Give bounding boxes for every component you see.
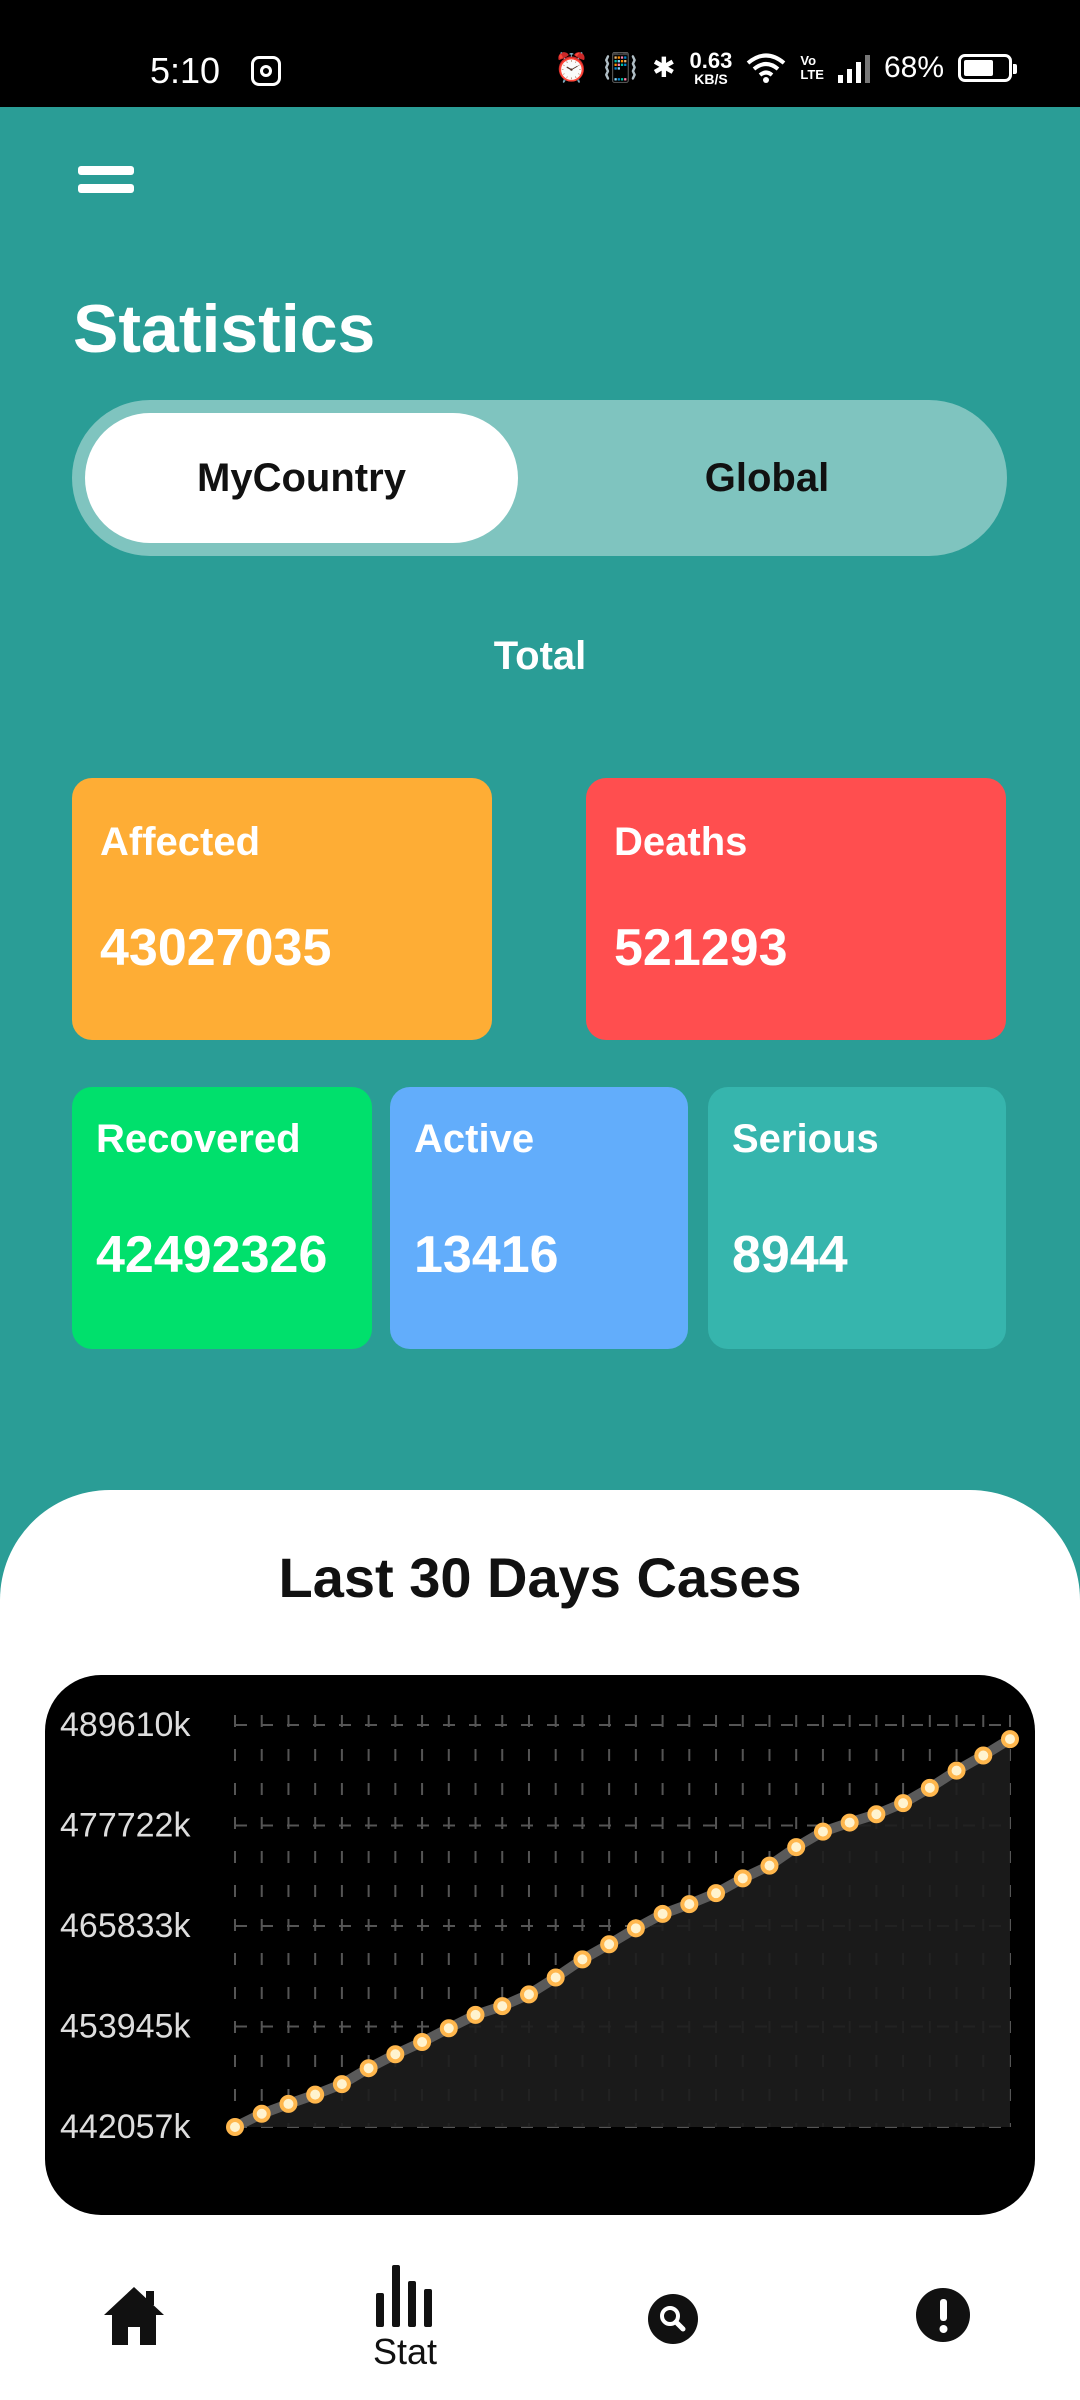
network-speed-unit: KB/S <box>694 71 728 87</box>
battery-fill <box>964 60 993 76</box>
active-label: Active <box>414 1117 535 1161</box>
data-point <box>573 1950 592 1969</box>
network-speed-value: 0.63 <box>689 48 733 73</box>
nav-info[interactable] <box>913 2287 973 2343</box>
y-tick-label: 477722k <box>60 1807 191 1845</box>
data-point <box>707 1884 726 1903</box>
data-point <box>760 1856 779 1875</box>
y-tick-label: 489610k <box>60 1706 191 1744</box>
deaths-card: Deaths 521293 <box>586 778 1006 1040</box>
toggle-global[interactable]: Global <box>542 413 992 543</box>
data-point <box>600 1935 619 1954</box>
recovered-label: Recovered <box>96 1117 301 1161</box>
recovered-card: Recovered 42492326 <box>72 1087 372 1349</box>
toggle-mycountry[interactable]: MyCountry <box>85 413 518 543</box>
status-time: 5:10 <box>150 50 221 91</box>
nav-search[interactable] <box>645 2293 701 2345</box>
data-point <box>493 1997 512 2016</box>
data-point <box>252 2104 271 2123</box>
recovered-value: 42492326 <box>96 1226 328 1284</box>
data-point <box>386 2045 405 2064</box>
serious-value: 8944 <box>732 1226 848 1284</box>
status-bar: 5:10 ⏰ 📳 ✱ 0.63 KB/S Vo LTE 68% <box>0 0 1080 107</box>
region-toggle: MyCountry Global <box>72 400 1007 556</box>
affected-value: 43027035 <box>100 919 332 977</box>
bar-chart-icon <box>376 2265 432 2327</box>
nav-stat[interactable]: Stat <box>360 2265 450 2373</box>
data-point <box>653 1904 672 1923</box>
data-point <box>840 1813 859 1832</box>
line-chart-svg: 489610k 477722k 465833k 453945k 442057k <box>60 1706 1019 2146</box>
data-point <box>813 1822 832 1841</box>
y-tick-label: 453945k <box>60 2008 191 2046</box>
data-point <box>733 1869 752 1888</box>
serious-label: Serious <box>732 1117 879 1161</box>
data-point <box>894 1794 913 1813</box>
volte-indicator: Vo LTE <box>800 54 824 81</box>
data-point <box>226 2118 244 2136</box>
wifi-icon <box>747 53 786 83</box>
serious-card: Serious 8944 <box>708 1087 1006 1349</box>
instagram-icon <box>251 56 281 86</box>
battery-icon <box>958 54 1017 82</box>
data-point <box>359 2059 378 2078</box>
section-label-total: Total <box>493 634 587 678</box>
data-point <box>626 1919 645 1938</box>
data-point <box>1001 1730 1019 1749</box>
volte-bottom: LTE <box>800 67 824 82</box>
bottom-nav: Stat <box>0 2235 1080 2400</box>
data-point <box>546 1968 565 1987</box>
chart-section-title: Last 30 Days Cases <box>278 1546 802 1609</box>
data-point <box>279 2094 298 2113</box>
alarm-icon: ⏰ <box>554 52 590 83</box>
nav-stat-label: Stat <box>372 2331 438 2372</box>
data-point <box>787 1838 806 1857</box>
data-point <box>306 2085 325 2104</box>
home-icon <box>104 2287 164 2345</box>
data-point <box>947 1761 966 1780</box>
hamburger-menu-icon[interactable] <box>78 166 134 202</box>
page-title: Statistics <box>73 291 376 367</box>
deaths-label: Deaths <box>614 820 748 864</box>
data-point <box>920 1778 939 1797</box>
network-speed: 0.63 KB/S <box>689 48 733 87</box>
menu-line <box>78 166 134 175</box>
y-tick-label: 442057k <box>60 2108 191 2146</box>
data-point <box>439 2019 458 2038</box>
active-value: 13416 <box>414 1226 559 1284</box>
menu-line <box>78 184 134 193</box>
affected-card: Affected 43027035 <box>72 778 492 1040</box>
search-icon <box>648 2294 698 2344</box>
line-chart: 489610k 477722k 465833k 453945k 442057k <box>45 1675 1035 2215</box>
data-point <box>867 1805 886 1824</box>
data-point <box>519 1985 538 2004</box>
status-icons: ⏰ 📳 ✱ 0.63 KB/S Vo LTE 68% <box>554 48 1017 88</box>
signal-icon <box>837 55 870 83</box>
data-point <box>974 1746 993 1765</box>
battery-percent: 68% <box>883 51 944 84</box>
deaths-value: 521293 <box>614 919 788 977</box>
bluetooth-icon: ✱ <box>652 52 676 83</box>
active-card: Active 13416 <box>390 1087 688 1349</box>
data-point <box>680 1895 699 1914</box>
vibrate-icon: 📳 <box>603 52 639 83</box>
y-tick-label: 465833k <box>60 1907 191 1945</box>
info-icon <box>916 2288 970 2342</box>
affected-label: Affected <box>100 820 261 864</box>
volte-top: Vo <box>800 53 817 69</box>
data-point <box>466 2005 485 2024</box>
data-point <box>413 2033 432 2052</box>
nav-home[interactable] <box>100 2285 168 2347</box>
data-point <box>332 2075 351 2094</box>
